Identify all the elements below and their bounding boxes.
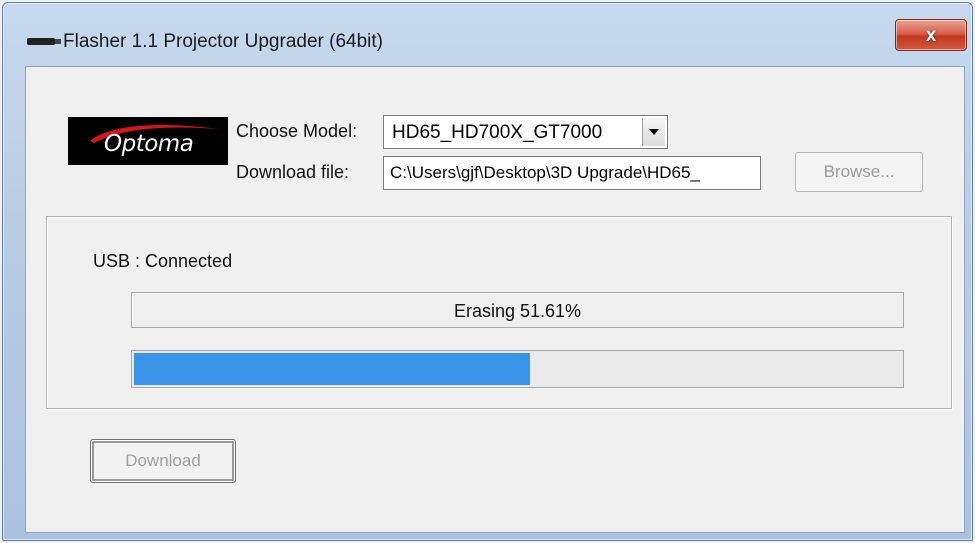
progress-status-text: Erasing 51.61% <box>453 301 582 321</box>
optoma-logo: Optoma <box>68 117 228 165</box>
progress-fill <box>134 353 530 385</box>
download-button[interactable]: Download <box>90 439 236 483</box>
progress-status-box: Erasing 51.61% <box>131 292 904 328</box>
status-group: USB : Connected Erasing 51.61% <box>46 216 952 409</box>
model-select-value: HD65_HD700X_GT7000 <box>392 122 603 143</box>
window-title: Flasher 1.1 Projector Upgrader (64bit) <box>63 31 383 52</box>
usb-status: USB : Connected <box>93 251 233 271</box>
download-file-label: Download file: <box>236 162 350 182</box>
title-bar[interactable]: Flasher 1.1 Projector Upgrader (64bit) x <box>3 3 972 65</box>
upgrader-window: Flasher 1.1 Projector Upgrader (64bit) x… <box>2 2 973 541</box>
download-file-input[interactable]: C:\Users\gjf\Desktop\3D Upgrade\HD65_ <box>383 156 761 190</box>
progress-bar <box>131 350 904 388</box>
logo-text: Optoma <box>104 131 194 157</box>
close-button[interactable]: x <box>895 19 967 51</box>
close-icon: x <box>925 24 937 46</box>
model-select[interactable]: HD65_HD700X_GT7000 <box>383 115 668 149</box>
app-icon <box>27 38 61 45</box>
chevron-down-icon <box>649 129 659 135</box>
client-area: Optoma Choose Model: HD65_HD700X_GT7000 … <box>25 66 965 533</box>
choose-model-label: Choose Model: <box>236 121 358 141</box>
browse-button[interactable]: Browse... <box>795 152 923 192</box>
dropdown-button[interactable] <box>642 118 665 146</box>
